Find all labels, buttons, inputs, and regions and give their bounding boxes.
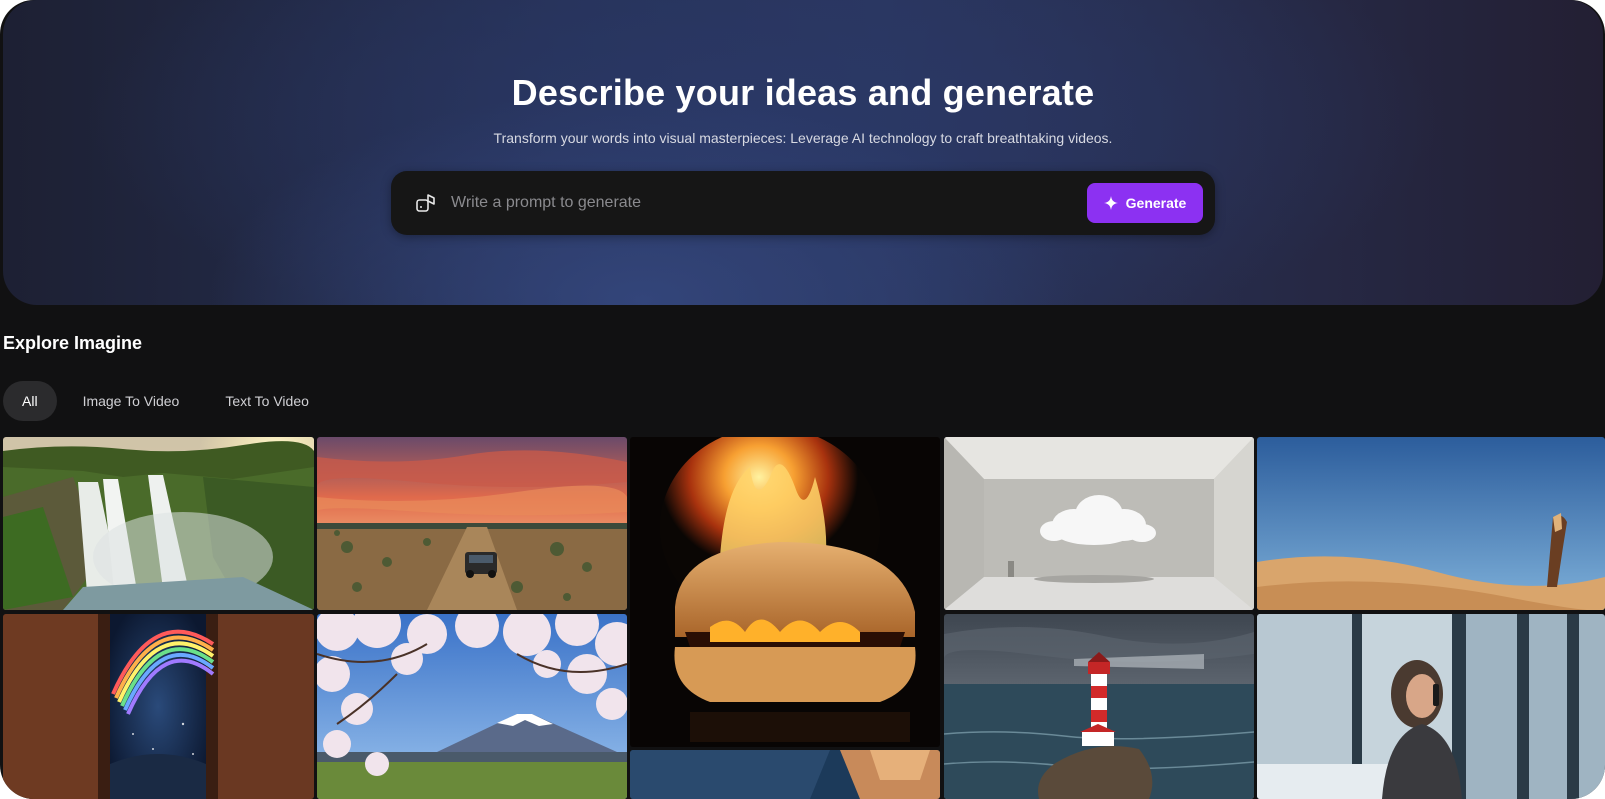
rainbow-door-tile[interactable]: [3, 614, 314, 799]
sparkle-icon: [1103, 196, 1118, 210]
prompt-input[interactable]: [451, 185, 1071, 221]
hero-subtitle: Transform your words into visual masterp…: [493, 130, 1113, 146]
generate-button-label: Generate: [1125, 195, 1187, 211]
hero-title: Describe your ideas and generate: [511, 72, 1095, 113]
tab-text-to-video[interactable]: Text To Video: [205, 381, 329, 421]
cloud-room-tile[interactable]: [944, 437, 1254, 610]
sand-dunes-tile[interactable]: [1257, 437, 1605, 610]
gallery-grid: [3, 437, 1605, 799]
tab-image-to-video[interactable]: Image To Video: [63, 381, 200, 421]
filter-tabs: All Image To Video Text To Video: [3, 381, 329, 421]
abstract-bottom-tile[interactable]: [630, 750, 940, 799]
lighthouse-sea-tile[interactable]: [944, 614, 1254, 799]
desert-car-sunset-tile[interactable]: [317, 437, 627, 610]
dice-shapes-icon[interactable]: [415, 192, 437, 214]
burning-bread-tile[interactable]: [630, 437, 940, 747]
tab-all[interactable]: All: [3, 381, 57, 421]
app-frame: Describe your ideas and generate Transfo…: [0, 0, 1605, 799]
woman-phone-window-tile[interactable]: [1257, 614, 1605, 799]
cherry-blossom-fuji-tile[interactable]: [317, 614, 627, 799]
explore-title: Explore Imagine: [3, 333, 143, 353]
waterfall-tile[interactable]: [3, 437, 314, 610]
prompt-bar: Generate: [391, 171, 1215, 235]
generate-button[interactable]: Generate: [1087, 183, 1203, 223]
hero-banner: Describe your ideas and generate Transfo…: [3, 0, 1603, 305]
